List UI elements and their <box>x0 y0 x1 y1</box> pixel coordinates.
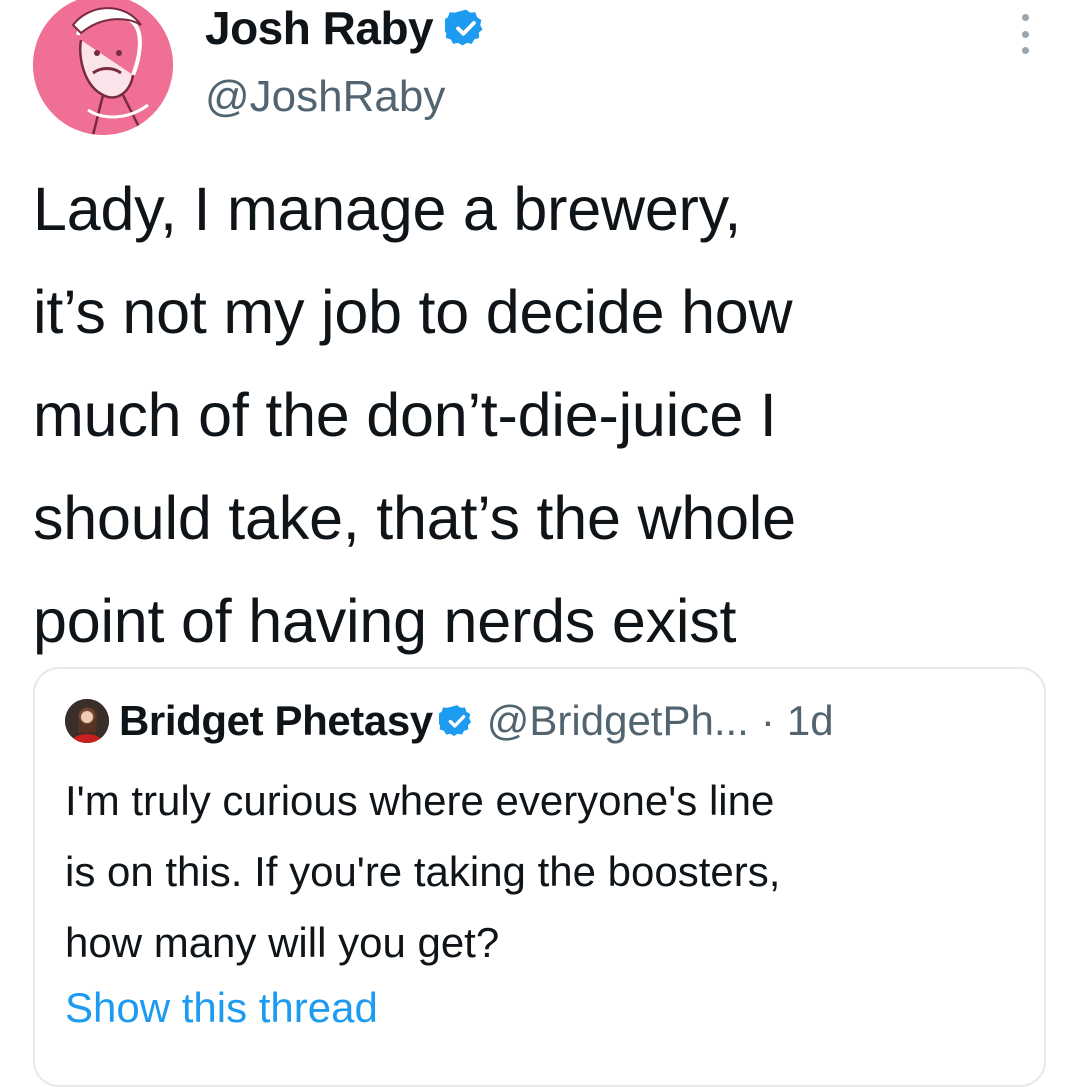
author-name-row: Josh Raby <box>205 0 487 60</box>
author-avatar[interactable] <box>33 0 173 135</box>
quoted-author-display-name[interactable]: Bridget Phetasy <box>119 697 433 745</box>
more-dot <box>1021 30 1029 38</box>
vertical-ellipsis-icon[interactable] <box>1010 14 1040 54</box>
quoted-author-avatar[interactable] <box>65 699 109 743</box>
author-handle[interactable]: @JoshRaby <box>205 72 445 122</box>
portrait-avatar-icon <box>65 699 109 743</box>
more-dot <box>1021 47 1029 54</box>
quoted-tweet-header: Bridget Phetasy @BridgetPh... · 1d <box>65 697 834 745</box>
quoted-tweet-timestamp[interactable]: 1d <box>787 697 834 745</box>
tweet-text: Lady, I manage a brewery, it’s not my jo… <box>33 175 796 655</box>
separator-dot: · <box>760 697 775 744</box>
verified-badge-icon <box>445 9 483 46</box>
verified-badge-icon <box>438 705 471 736</box>
illustrated-portrait-avatar-icon <box>33 0 173 135</box>
quoted-tweet[interactable]: Bridget Phetasy @BridgetPh... · 1d I'm t… <box>33 667 1046 1087</box>
show-thread-link[interactable]: Show this thread <box>65 984 378 1032</box>
more-dot <box>1021 14 1029 21</box>
quoted-author-handle[interactable]: @BridgetPh... <box>487 697 749 745</box>
author-display-name[interactable]: Josh Raby <box>205 1 434 55</box>
quoted-tweet-text: I'm truly curious where everyone's line … <box>65 777 781 966</box>
